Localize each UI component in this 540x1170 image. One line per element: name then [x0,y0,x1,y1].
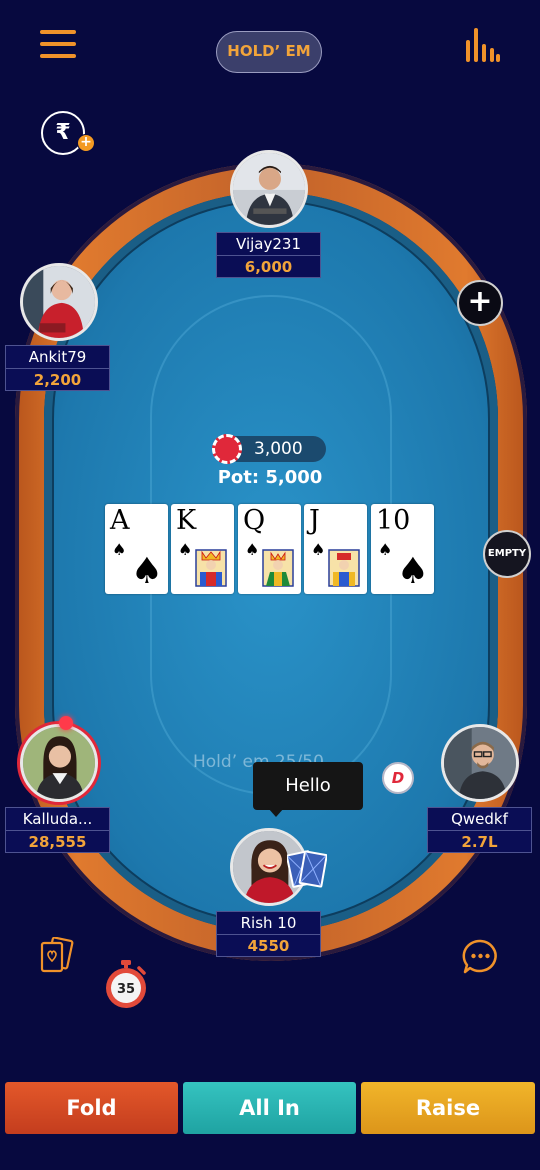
game-type-badge[interactable]: HOLD’ EM [216,31,322,73]
timer-seconds: 35 [117,982,135,997]
hand-rankings-cards-icon[interactable] [40,937,74,975]
avatar-left-bottom-player[interactable] [20,724,98,802]
spade-icon: ♠ [311,540,326,559]
king-face-icon [195,549,227,587]
add-money-icon[interactable]: + [77,134,95,152]
rupee-icon: ₹ [55,120,71,145]
card-rank: J [309,505,320,536]
empty-seat-button[interactable]: EMPTY [483,530,531,578]
timer-icon: 35 [106,960,146,1008]
community-card: K ♠ [171,504,234,594]
bar-chart-icon[interactable] [466,26,500,64]
all-in-button[interactable]: All In [183,1082,356,1134]
card-rank: K [176,505,197,536]
chat-icon[interactable] [462,939,499,975]
spade-icon: ♠ [378,540,393,559]
man-suit-avatar [233,153,305,225]
avatar-top-player[interactable] [230,150,308,228]
spade-icon: ♠ [245,540,260,559]
pot-total: Pot: 5,000 [217,467,323,488]
chat-bubble: Hello [253,762,363,810]
player-chips: 4550 [247,937,290,955]
poker-chip-icon [212,434,242,464]
hamburger-menu-icon[interactable] [40,30,76,60]
avatar-left-top-player[interactable] [20,263,98,341]
spade-icon: ♠ [396,551,429,592]
woman-avatar [23,727,95,799]
man-glasses-avatar [444,727,516,799]
community-card: J ♠ [304,504,367,594]
woman-red-avatar [23,266,95,338]
fold-button[interactable]: Fold [5,1082,178,1134]
hole-cards-back-icon [287,850,327,888]
nameplate-left-bottom-player: Kalluda... 28,555 [5,807,110,853]
add-seat-button[interactable]: + [457,280,503,326]
card-rank: Q [243,505,266,536]
player-name: Rish 10 [217,912,320,935]
community-card: 10 ♠ ♠ [371,504,434,594]
player-chips: 2,200 [33,371,82,389]
player-chips: 28,555 [28,833,87,851]
player-chips: 6,000 [244,258,293,276]
chat-bubble-arrow [268,808,284,817]
nameplate-self-player: Rish 10 4550 [216,911,321,957]
player-name: Qwedkf [428,808,531,831]
player-name: Vijay231 [217,233,320,256]
turn-indicator [59,716,73,730]
card-rank: A [110,505,130,536]
jack-face-icon [328,549,360,587]
nameplate-top-player: Vijay231 6,000 [216,232,321,278]
player-name: Kalluda... [6,808,109,831]
nameplate-right-bottom-player: Qwedkf 2.7L [427,807,532,853]
player-chips: 2.7L [461,833,498,851]
community-card: Q ♠ [238,504,301,594]
spade-icon: ♠ [130,551,163,592]
nameplate-left-top-player: Ankit79 2,200 [5,345,110,391]
spade-icon: ♠ [178,540,193,559]
avatar-right-bottom-player[interactable] [441,724,519,802]
raise-button[interactable]: Raise [361,1082,535,1134]
spade-icon: ♠ [112,540,127,559]
dealer-button: D [382,762,414,794]
card-rank: 10 [376,505,411,536]
community-card: A ♠ ♠ [105,504,168,594]
queen-face-icon [262,549,294,587]
pot-chips-value: 3,000 [254,439,303,459]
player-name: Ankit79 [6,346,109,369]
